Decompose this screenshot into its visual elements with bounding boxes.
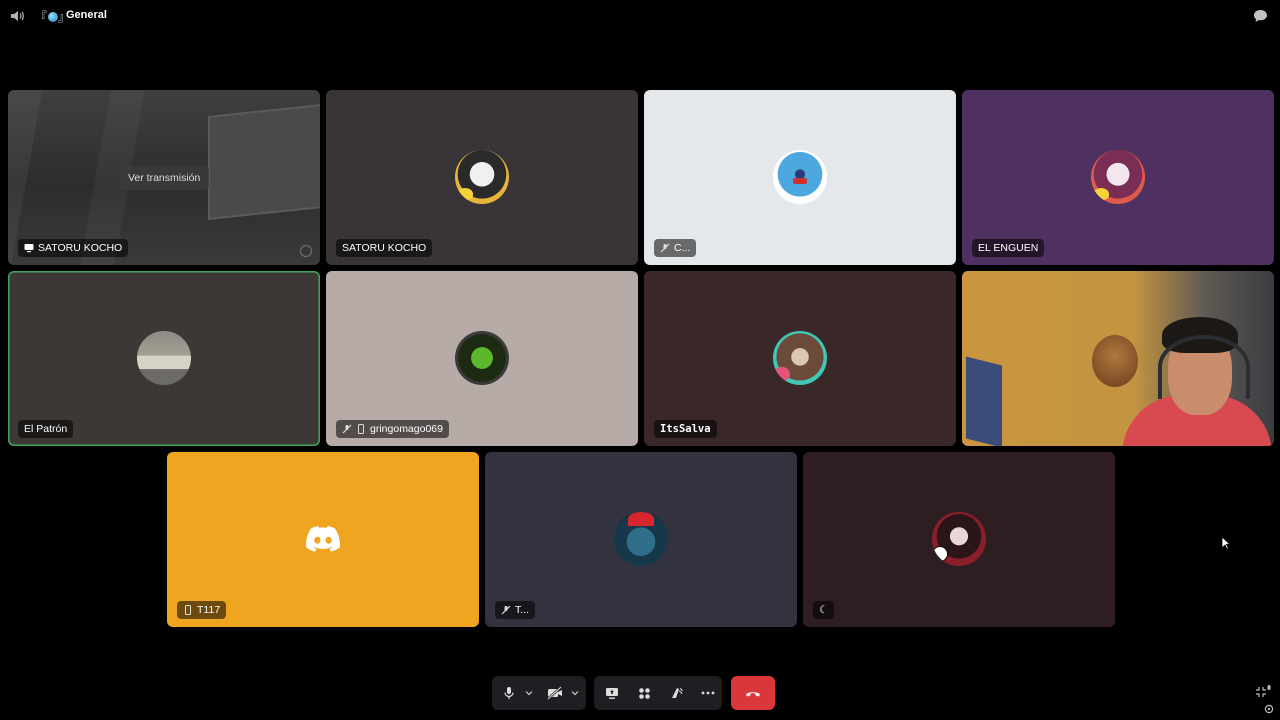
avatar <box>455 150 509 204</box>
avatar <box>773 331 827 385</box>
globe-icon <box>48 12 59 22</box>
screen-share-button[interactable] <box>600 676 624 710</box>
participant-name: T117 <box>197 604 221 616</box>
mouse-cursor-icon <box>1221 536 1231 550</box>
participant-name-tag: SATORU KOCHO <box>18 239 129 257</box>
mobile-icon <box>358 424 364 434</box>
participant-tile[interactable]: T117 <box>167 452 479 627</box>
mobile-icon <box>185 605 191 615</box>
participant-tile[interactable]: gringomago069 <box>326 271 638 446</box>
microphone-icon <box>504 687 514 699</box>
participant-name-tag: T117 <box>177 601 227 619</box>
participant-name: EL ENGUEN <box>978 242 1039 254</box>
activities-icon <box>638 687 650 699</box>
participant-tile[interactable]: C... <box>644 90 956 265</box>
screen-share-icon <box>24 244 34 253</box>
mic-muted-icon <box>660 243 670 253</box>
camera-button[interactable] <box>544 676 566 710</box>
settings-icon[interactable] <box>1263 703 1275 715</box>
mic-indicator-icon <box>1267 685 1271 690</box>
participant-name: C... <box>674 242 691 254</box>
participant-name: El Patrón <box>24 423 68 435</box>
screen-share-icon <box>606 687 618 699</box>
channel-name: General <box>66 9 107 21</box>
participant-tile[interactable]: T... <box>485 452 797 627</box>
participant-name-tag: SATORU KOCHO <box>336 239 433 257</box>
participant-name: gringomago069 <box>370 423 443 435</box>
participant-tile-speaking[interactable]: El Patrón <box>8 271 320 446</box>
participant-name-tag: ItsSalva <box>654 420 717 438</box>
participant-name: SATORU KOCHO <box>342 242 427 254</box>
hang-up-icon <box>746 692 760 697</box>
camera-off-icon <box>547 686 562 700</box>
channel-header: 『』 General <box>0 0 1280 32</box>
participant-tile[interactable]: SATORU KOCHO <box>326 90 638 265</box>
soundboard-icon <box>672 688 683 698</box>
participant-tile-camera[interactable] <box>962 271 1274 446</box>
camera-options-button[interactable] <box>568 676 582 710</box>
participant-tile[interactable]: ItsSalva <box>644 271 956 446</box>
speaker-icon <box>11 11 24 21</box>
avatar <box>455 331 509 385</box>
participant-name-tag: gringomago069 <box>336 420 449 438</box>
participant-name: T... <box>515 604 530 616</box>
participant-name-tag: C... <box>654 239 697 257</box>
more-button[interactable] <box>696 676 720 710</box>
chat-icon[interactable] <box>1253 9 1268 23</box>
avatar <box>137 331 191 385</box>
avatar <box>773 150 827 204</box>
participant-name: SATORU KOCHO <box>38 242 123 254</box>
chevron-down-icon <box>525 691 533 696</box>
participant-tile-stream[interactable]: Ver transmisión SATORU KOCHO <box>8 90 320 265</box>
headset-icon <box>1158 335 1250 399</box>
activities-button[interactable] <box>632 676 656 710</box>
more-icon <box>701 691 715 695</box>
actions-group <box>594 676 722 710</box>
participant-name-tag: El Patrón <box>18 420 74 438</box>
mic-muted-icon <box>342 424 352 434</box>
participant-name-tag: EL ENGUEN <box>972 239 1045 257</box>
mic-button[interactable] <box>498 676 520 710</box>
camera-wall-portrait <box>1092 335 1138 387</box>
watch-stream-button[interactable]: Ver transmisión <box>119 166 210 190</box>
avatar <box>614 512 668 566</box>
mic-muted-icon <box>501 605 511 615</box>
avatar <box>932 512 986 566</box>
avatar <box>1091 150 1145 204</box>
camera-monitor <box>966 356 1002 446</box>
participant-tile[interactable]: ☾ <box>803 452 1115 627</box>
participant-name: ItsSalva <box>660 423 711 435</box>
discord-logo-icon <box>306 526 340 552</box>
chevron-down-icon <box>571 691 579 696</box>
channel-emoji-start: 『 <box>35 10 49 24</box>
participant-name-tag: ☾ <box>813 601 835 619</box>
disconnect-button[interactable] <box>731 676 775 710</box>
participant-name: ☾ <box>819 604 829 616</box>
soundboard-button[interactable] <box>664 676 688 710</box>
voice-video-group <box>492 676 586 710</box>
loading-icon <box>300 245 312 257</box>
mic-options-button[interactable] <box>522 676 536 710</box>
participant-tile[interactable]: EL ENGUEN <box>962 90 1274 265</box>
participant-name-tag: T... <box>495 601 536 619</box>
